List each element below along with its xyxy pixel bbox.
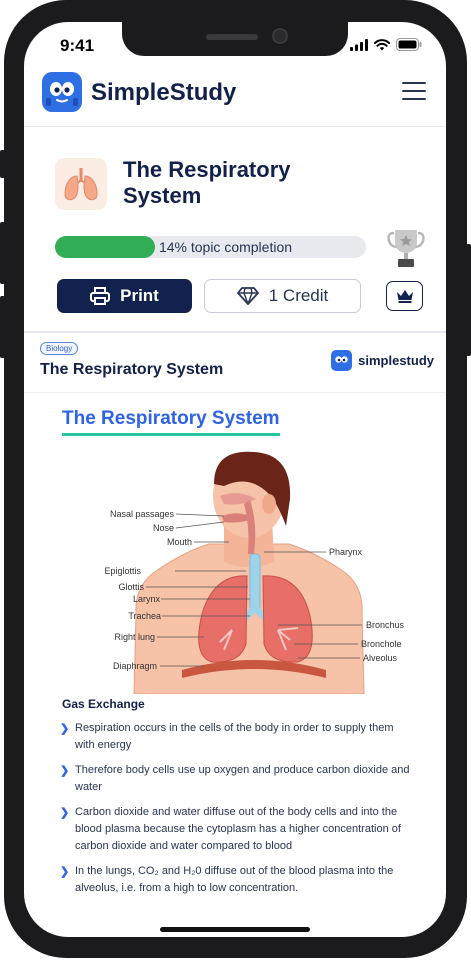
signal-icon xyxy=(350,38,368,51)
credit-button-label: 1 Credit xyxy=(268,286,329,305)
document-title: The Respiratory System xyxy=(40,361,224,378)
bullet-text: Therefore body cells use up oxygen and p… xyxy=(75,764,410,793)
screen: 9:41 SimpleStudy The Respiratory System … xyxy=(24,22,446,937)
credit-button[interactable]: 1 Credit xyxy=(204,279,361,313)
label-bronchiole: Bronchole xyxy=(361,639,402,649)
ear xyxy=(262,494,276,514)
label-right-lung: Right lung xyxy=(114,632,155,642)
document-logo-text: simplestudy xyxy=(358,353,434,368)
progress-label: 14% topic completion xyxy=(158,239,293,255)
chevron-right-icon: ❯ xyxy=(60,723,70,735)
bullet-text: Respiration occurs in the cells of the b… xyxy=(75,722,394,751)
bullet-text: Carbon dioxide and water diffuse out of … xyxy=(75,806,401,852)
label-diaphragm: Diaphragm xyxy=(113,661,157,671)
status-icons xyxy=(350,38,422,51)
document-logo: simplestudy xyxy=(331,350,434,371)
label-epiglottis: Epiglottis xyxy=(104,566,141,576)
label-bronchus: Bronchus xyxy=(366,620,405,630)
chevron-right-icon: ❯ xyxy=(60,807,70,819)
label-mouth: Mouth xyxy=(167,537,192,547)
progress-bar: 14% topic completion xyxy=(55,236,366,258)
volume-down-button xyxy=(0,296,5,358)
document-header: Biology The Respiratory System simplestu… xyxy=(24,334,446,393)
status-time: 9:41 xyxy=(60,36,95,55)
label-nose: Nose xyxy=(153,523,174,533)
list-item: ❯ Therefore body cells use up oxygen and … xyxy=(60,762,410,796)
menu-icon[interactable] xyxy=(402,82,426,100)
lungs-icon xyxy=(55,158,107,210)
crown-icon xyxy=(396,290,413,303)
chevron-right-icon: ❯ xyxy=(60,765,70,777)
trachea-tube xyxy=(249,553,261,611)
battery-icon xyxy=(396,38,422,51)
print-button[interactable]: Print xyxy=(57,279,192,313)
simplestudy-logo-icon[interactable] xyxy=(42,72,82,112)
power-button xyxy=(466,244,471,356)
diamond-icon xyxy=(236,287,259,305)
list-item: ❯ Carbon dioxide and water diffuse out of… xyxy=(60,804,410,855)
label-glottis: Glottis xyxy=(118,582,144,592)
section-heading: Gas Exchange xyxy=(62,697,145,711)
topic-title: The Respiratory System xyxy=(123,157,291,208)
topic-card: The Respiratory System 14% topic complet… xyxy=(24,127,446,333)
content-heading: The Respiratory System xyxy=(62,408,280,436)
wifi-icon xyxy=(374,38,390,50)
volume-up-button xyxy=(0,222,5,284)
label-pharynx: Pharynx xyxy=(329,547,363,557)
printer-icon xyxy=(90,287,111,305)
mute-switch xyxy=(0,150,5,178)
bullet-text: In the lungs, CO₂ and H₂0 diffuse out of… xyxy=(75,865,394,894)
premium-button[interactable] xyxy=(386,281,423,311)
label-trachea: Trachea xyxy=(128,611,161,621)
respiratory-diagram: Nasal passages Nose Mouth Epiglottis Glo… xyxy=(104,451,405,694)
trophy-icon xyxy=(386,227,426,269)
label-nasal-passages: Nasal passages xyxy=(110,509,175,519)
simplestudy-small-logo-icon xyxy=(331,350,353,371)
print-button-label: Print xyxy=(120,286,159,305)
label-larynx: Larynx xyxy=(133,594,161,604)
list-item: ❯ Respiration occurs in the cells of the … xyxy=(60,720,410,754)
home-indicator[interactable] xyxy=(160,927,310,932)
label-alveolus: Alveolus xyxy=(363,653,398,663)
brand-name[interactable]: SimpleStudy xyxy=(91,79,236,107)
bullet-list: ❯ Respiration occurs in the cells of the … xyxy=(60,720,410,905)
chevron-right-icon: ❯ xyxy=(60,866,70,878)
speaker xyxy=(206,34,258,40)
app-header: SimpleStudy xyxy=(24,66,446,127)
camera xyxy=(272,28,288,44)
notch xyxy=(122,22,348,56)
subject-badge: Biology xyxy=(40,342,79,355)
list-item: ❯ In the lungs, CO₂ and H₂0 diffuse out o… xyxy=(60,863,410,897)
